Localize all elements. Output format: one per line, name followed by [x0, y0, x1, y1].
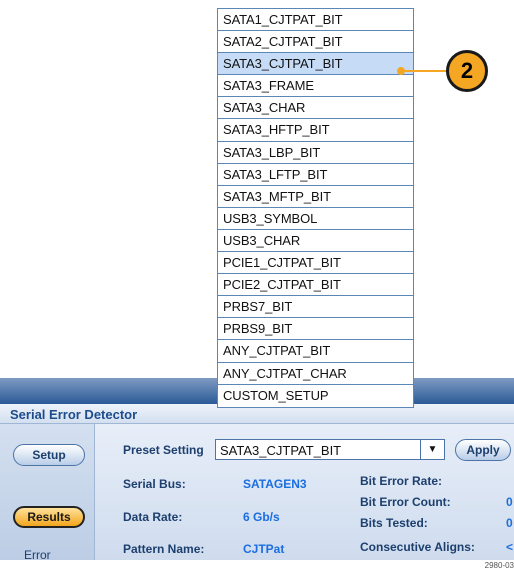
data-rate-label: Data Rate: — [123, 510, 183, 524]
dropdown-option[interactable]: PRBS7_BIT — [218, 296, 413, 319]
dropdown-option[interactable]: SATA3_LFTP_BIT — [218, 164, 413, 186]
apply-button[interactable]: Apply — [455, 439, 511, 461]
preset-dropdown-list[interactable]: SATA1_CJTPAT_BIT SATA2_CJTPAT_BIT SATA3_CJ… — [217, 8, 414, 408]
bit-error-rate-label: Bit Error Rate: — [360, 474, 443, 488]
dropdown-option[interactable]: CUSTOM_SETUP — [218, 385, 413, 407]
bit-error-count-value: 0 — [506, 495, 513, 509]
dropdown-option[interactable]: USB3_CHAR — [218, 230, 413, 253]
dropdown-option[interactable]: SATA3_CJTPAT_BIT — [218, 53, 413, 76]
panel-title: Serial Error Detector — [10, 407, 138, 422]
dropdown-option[interactable]: ANY_CJTPAT_BIT — [218, 340, 413, 363]
callout-badge: 2 — [446, 50, 488, 92]
serial-error-detector-panel: Setup Results Error Preset Setting SATA3… — [0, 424, 514, 562]
serial-bus-label: Serial Bus: — [123, 477, 186, 491]
side-nav: Setup Results Error — [0, 424, 95, 562]
dropdown-option[interactable]: SATA2_CJTPAT_BIT — [218, 31, 413, 54]
preset-setting-value: SATA3_CJTPAT_BIT — [220, 443, 342, 458]
callout-pointer-line — [403, 70, 448, 72]
serial-bus-value: SATAGEN3 — [243, 477, 307, 491]
dropdown-option[interactable]: SATA3_CHAR — [218, 97, 413, 120]
bits-tested-value: 0 — [506, 516, 513, 530]
consecutive-aligns-value: < — [506, 540, 514, 554]
dropdown-option[interactable]: USB3_SYMBOL — [218, 208, 413, 230]
dropdown-option[interactable]: SATA1_CJTPAT_BIT — [218, 9, 413, 32]
preset-setting-select[interactable]: SATA3_CJTPAT_BIT ▼ — [215, 439, 445, 460]
dropdown-option[interactable]: SATA3_LBP_BIT — [218, 142, 413, 164]
results-button[interactable]: Results — [13, 506, 85, 528]
dropdown-option[interactable]: ANY_CJTPAT_CHAR — [218, 363, 413, 385]
error-tab[interactable]: Error — [24, 548, 51, 562]
dropdown-option[interactable]: PCIE2_CJTPAT_BIT — [218, 274, 413, 297]
preset-setting-label: Preset Setting — [123, 443, 204, 457]
pattern-name-value: CJTPat — [243, 542, 285, 556]
dropdown-option[interactable]: SATA3_MFTP_BIT — [218, 186, 413, 208]
data-rate-value: 6 Gb/s — [243, 510, 280, 524]
figure-id: 2980-03 — [484, 561, 514, 570]
setup-button[interactable]: Setup — [13, 444, 85, 466]
consecutive-aligns-label: Consecutive Aligns: — [360, 540, 475, 554]
bits-tested-label: Bits Tested: — [360, 516, 428, 530]
bit-error-count-label: Bit Error Count: — [360, 495, 451, 509]
dropdown-option[interactable]: PRBS9_BIT — [218, 318, 413, 341]
dropdown-option[interactable]: PCIE1_CJTPAT_BIT — [218, 252, 413, 275]
dropdown-option[interactable]: SATA3_HFTP_BIT — [218, 119, 413, 142]
dropdown-arrow-icon[interactable]: ▼ — [420, 440, 444, 459]
dropdown-option[interactable]: SATA3_FRAME — [218, 75, 413, 98]
pattern-name-label: Pattern Name: — [123, 542, 205, 556]
